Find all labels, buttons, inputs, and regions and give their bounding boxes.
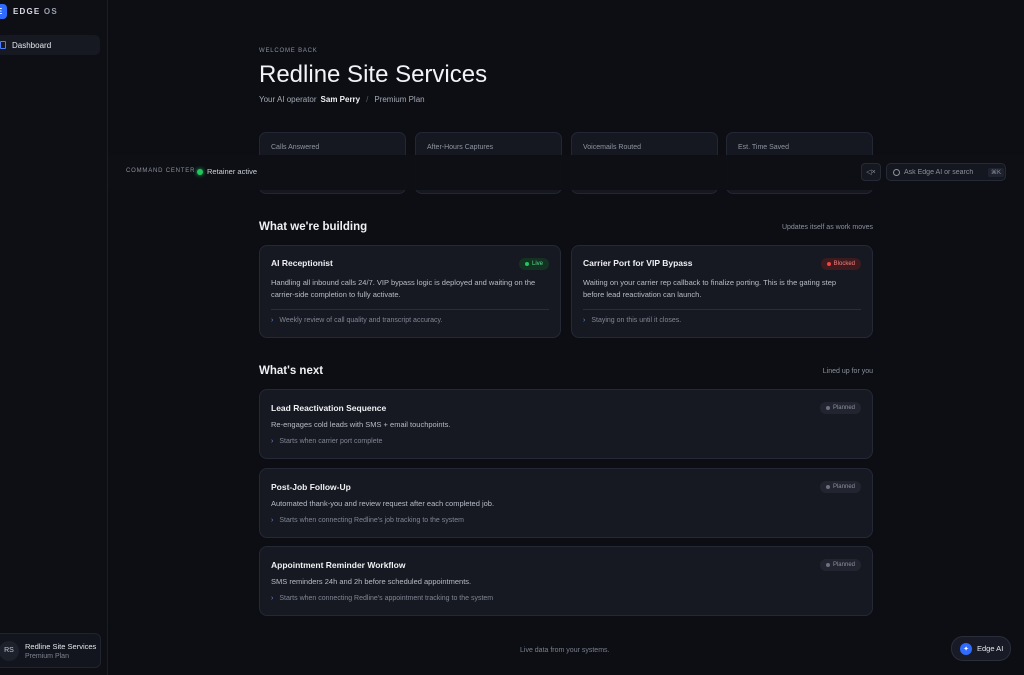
account-name: Redline Site Services: [25, 641, 97, 651]
edge-logo-icon: E: [0, 4, 7, 19]
card-title: AI Receptionist: [271, 258, 333, 268]
section-meta-next: Lined up for you: [822, 368, 873, 375]
mute-button[interactable]: ◁×: [861, 163, 881, 181]
live-dot-icon: [524, 262, 529, 266]
chevron-right-icon: ›: [271, 317, 274, 324]
roadmap-card-post-job[interactable]: Post-Job Follow-Up Planned Automated tha…: [259, 468, 873, 538]
status-badge: Planned: [819, 481, 861, 493]
page-title: Redline Site Services: [259, 61, 488, 88]
brand-name: EDGE OS: [13, 7, 58, 16]
status-badge: Planned: [819, 559, 861, 571]
avatar: RS: [0, 640, 19, 661]
search-box[interactable]: ⌘K: [886, 163, 1006, 181]
planned-dot-icon: [825, 406, 830, 410]
section-title-building: What we're building: [259, 221, 368, 233]
card-footnote: › Staying on this until it closes.: [583, 317, 682, 324]
dashboard-icon: [0, 41, 6, 49]
card-description: SMS reminders 24h and 2h before schedule…: [271, 577, 472, 586]
operator-name: Sam Perry: [320, 95, 361, 104]
card-title: Lead Reactivation Sequence: [271, 403, 387, 413]
divider: [583, 309, 861, 310]
chevron-right-icon: ›: [271, 438, 274, 445]
footer-note: Live data from your systems.: [520, 647, 610, 654]
chevron-right-icon: ›: [271, 595, 274, 602]
separator: /: [366, 95, 369, 104]
planned-dot-icon: [825, 485, 830, 489]
card-title: Carrier Port for VIP Bypass: [583, 258, 693, 268]
card-description: Handling all inbound calls 24/7. VIP byp…: [271, 278, 536, 299]
sidebar-item-label: Dashboard: [12, 40, 52, 50]
chevron-right-icon: ›: [583, 317, 586, 324]
sparkle-icon: ✦: [960, 642, 972, 655]
account-plan: Premium Plan: [25, 652, 69, 660]
stat-label: Voicemails Routed: [583, 144, 641, 151]
card-footnote: › Starts when carrier port complete: [271, 438, 383, 445]
stat-label: Est. Time Saved: [738, 144, 789, 151]
card-footnote: › Starts when connecting Redline's appoi…: [271, 595, 494, 602]
card-title: Post-Job Follow-Up: [271, 482, 351, 492]
roadmap-card-appointment-reminder[interactable]: Appointment Reminder Workflow Planned SM…: [259, 546, 873, 616]
search-input[interactable]: [904, 168, 984, 176]
card-footnote: › Weekly review of call quality and tran…: [271, 317, 443, 324]
edge-ai-label: Edge AI: [977, 644, 1004, 653]
status-badge: Blocked: [820, 258, 861, 270]
plan-label: Premium Plan: [374, 95, 425, 104]
sidebar: E EDGE OS Dashboard RS Redline Site Serv…: [0, 0, 108, 675]
shortcut-hint: ⌘K: [988, 167, 1005, 177]
command-bar: COMMAND CENTER Retainer active ◁× ⌘K: [108, 155, 1024, 190]
section-title-next: What's next: [259, 365, 324, 377]
card-description: Waiting on your carrier rep callback to …: [583, 278, 837, 299]
planned-dot-icon: [825, 563, 830, 567]
card-title: Appointment Reminder Workflow: [271, 560, 406, 570]
roadmap-card-lead-reactivation[interactable]: Lead Reactivation Sequence Planned Re-en…: [259, 389, 873, 459]
status-badge: Planned: [819, 402, 861, 414]
card-description: Automated thank-you and review request a…: [271, 499, 495, 508]
command-center-label: COMMAND CENTER: [126, 168, 196, 174]
operator-prefix: Your AI operator: [259, 95, 317, 104]
sidebar-item-dashboard[interactable]: Dashboard: [0, 35, 100, 55]
blocked-dot-icon: [826, 262, 831, 266]
card-footnote: › Starts when connecting Redline's job t…: [271, 517, 464, 524]
retainer-label: Retainer active: [207, 167, 258, 176]
divider: [271, 309, 549, 310]
retainer-status: Retainer active: [197, 167, 257, 176]
edge-ai-button[interactable]: ✦ Edge AI: [951, 636, 1011, 661]
welcome-eyebrow: WELCOME BACK: [259, 48, 318, 54]
search-icon: [893, 168, 900, 176]
account-switcher[interactable]: RS Redline Site Services Premium Plan: [0, 633, 101, 668]
stat-label: After-Hours Captures: [427, 144, 494, 151]
section-meta-building: Updates itself as work moves: [781, 224, 873, 231]
stat-label: Calls Answered: [271, 144, 320, 151]
brand[interactable]: E EDGE OS: [0, 4, 58, 19]
project-card-carrier-port[interactable]: Carrier Port for VIP Bypass Blocked Wait…: [571, 245, 873, 338]
project-card-ai-receptionist[interactable]: AI Receptionist Live Handling all inboun…: [259, 245, 561, 338]
status-dot-icon: [197, 168, 203, 175]
status-badge: Live: [518, 258, 549, 270]
operator-line: Your AI operator Sam Perry / Premium Pla…: [259, 95, 425, 104]
chevron-right-icon: ›: [271, 517, 274, 524]
card-description: Re-engages cold leads with SMS + email t…: [271, 420, 451, 429]
